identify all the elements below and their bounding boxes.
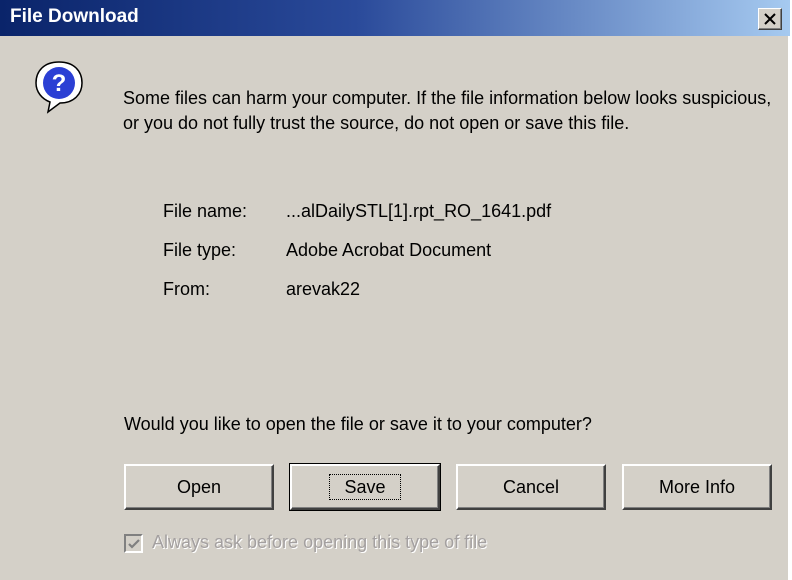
focus-rect: Save [329, 474, 401, 500]
close-button[interactable] [758, 8, 782, 30]
svg-text:?: ? [52, 70, 67, 97]
checkmark-icon [128, 539, 140, 549]
question-text: Would you like to open the file or save … [124, 414, 592, 434]
title-bar[interactable]: File Download [0, 0, 790, 36]
more-info-button[interactable]: More Info [622, 464, 772, 510]
always-ask-label: Always ask before opening this type of f… [152, 532, 488, 552]
always-ask-checkbox[interactable] [124, 534, 143, 553]
close-icon [764, 13, 776, 25]
more-info-button-label: More Info [658, 477, 736, 497]
file-type-label: File type: [163, 240, 237, 260]
question-icon: ? [35, 61, 83, 114]
window-title: File Download [10, 6, 139, 27]
file-download-dialog: File Download ? Some files can harm your… [0, 0, 790, 580]
cancel-button-label: Cancel [502, 477, 560, 497]
save-button-label: Save [344, 477, 386, 497]
file-name-value: ...alDailySTL[1].rpt_RO_1641.pdf [286, 201, 552, 221]
from-label: From: [163, 279, 210, 299]
file-name-label: File name: [163, 201, 248, 221]
open-button[interactable]: Open [124, 464, 274, 510]
from-value: arevak22 [286, 279, 361, 299]
save-button[interactable]: Save [289, 463, 441, 511]
open-button-label: Open [176, 477, 222, 497]
file-type-value: Adobe Acrobat Document [286, 240, 492, 260]
warning-message: Some files can harm your computer. If th… [123, 88, 772, 133]
cancel-button[interactable]: Cancel [456, 464, 606, 510]
